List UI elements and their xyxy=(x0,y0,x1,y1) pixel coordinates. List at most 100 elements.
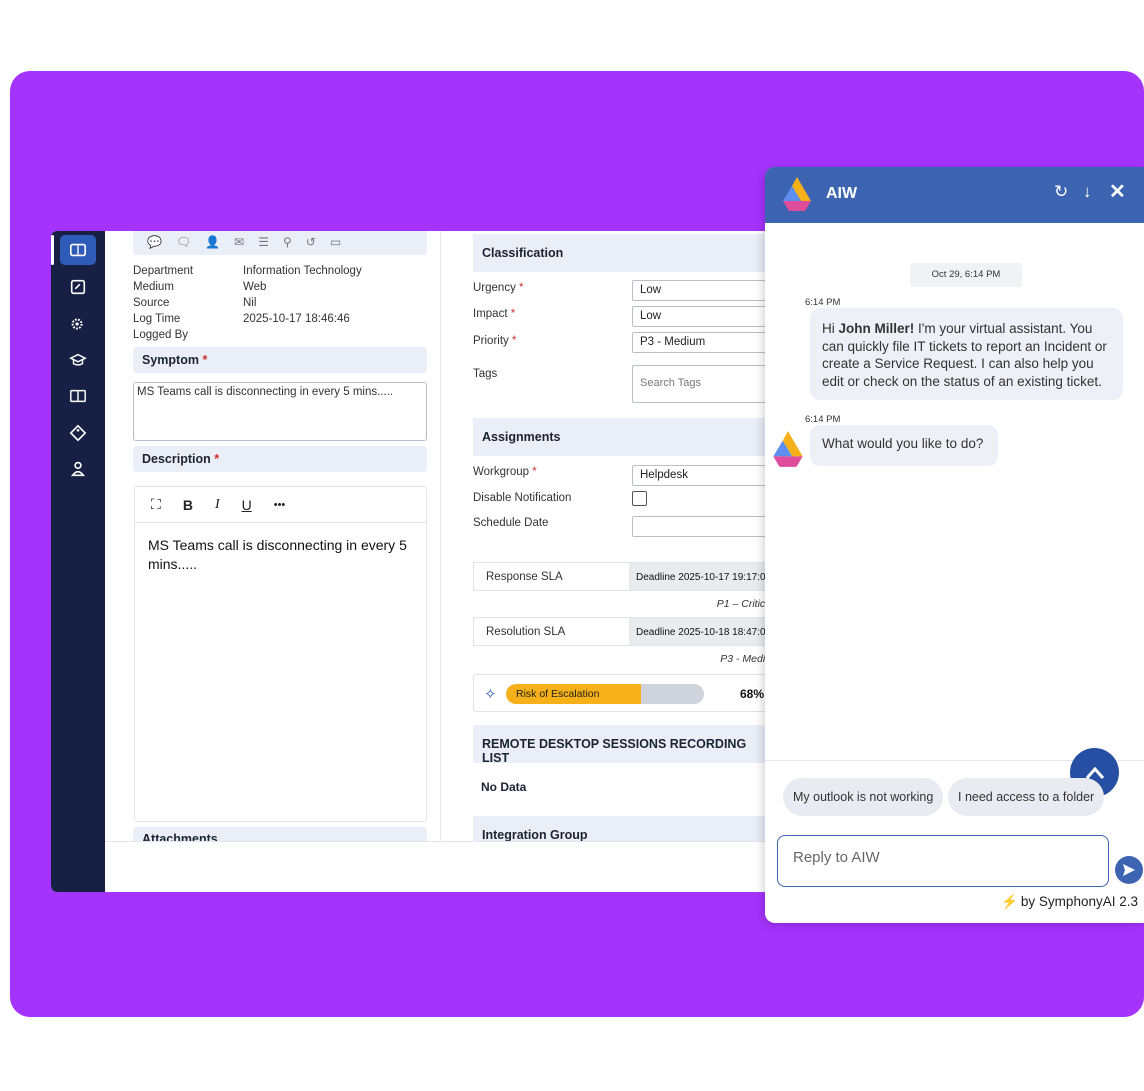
contact-card-icon[interactable]: 👤 xyxy=(205,235,220,249)
sidebar-item-automation[interactable] xyxy=(60,309,96,339)
underline-button[interactable]: U xyxy=(242,497,252,513)
tags-label: Tags xyxy=(473,368,498,380)
list-icon[interactable]: ☰ xyxy=(258,235,269,249)
disable-notification-checkbox[interactable] xyxy=(632,491,647,506)
more-options-button[interactable]: ••• xyxy=(274,499,286,511)
sidebar-item-tickets[interactable] xyxy=(60,235,96,265)
expand-icon[interactable]: ⛶ xyxy=(151,496,161,513)
graduation-cap-icon xyxy=(69,353,87,366)
editor-toolbar: ⛶ B I U ••• xyxy=(135,487,426,523)
meta-key: Medium xyxy=(133,281,174,293)
description-header: Description * xyxy=(133,446,427,472)
refresh-icon[interactable]: ↻ xyxy=(1054,182,1068,202)
workgroup-select[interactable]: Helpdesk xyxy=(632,465,771,486)
risk-label: Risk of Escalation xyxy=(516,688,600,700)
description-text[interactable]: MS Teams call is disconnecting in every … xyxy=(135,523,426,587)
description-label: Description xyxy=(142,452,211,466)
symptom-header: Symptom * xyxy=(133,347,427,373)
response-sla-priority: P1 – Critica xyxy=(716,598,771,610)
sidebar-item-catalog[interactable] xyxy=(60,381,96,411)
gear-icon xyxy=(71,318,83,330)
bold-button[interactable]: B xyxy=(183,497,193,513)
bolt-icon: ⚡ xyxy=(1001,894,1018,909)
meta-row: Medium Web xyxy=(133,281,433,297)
priority-label-text: Priority xyxy=(473,335,509,347)
symptom-textarea[interactable]: MS Teams call is disconnecting in every … xyxy=(133,382,427,441)
response-sla-label: Response SLA xyxy=(486,571,563,583)
greeting-text: Hi xyxy=(822,321,839,336)
italic-button[interactable]: I xyxy=(215,497,220,513)
assistant-question-bubble: What would you like to do? xyxy=(810,425,998,466)
ticket-toolbar: 💬 🗨 👤 ✉ ☰ ⚲ ↺ ▭ xyxy=(133,231,427,255)
sidebar-rail xyxy=(51,231,105,892)
priority-label: Priority * xyxy=(473,335,516,347)
active-indicator xyxy=(51,235,54,265)
workgroup-label: Workgroup * xyxy=(473,466,537,478)
impact-label: Impact * xyxy=(473,308,515,320)
send-button[interactable] xyxy=(1115,856,1143,884)
remote-sessions-header: REMOTE DESKTOP SESSIONS RECORDING LIST xyxy=(473,725,771,765)
risk-of-escalation: ✧ Risk of Escalation 68% xyxy=(473,674,771,712)
no-data-text: No Data xyxy=(481,780,527,794)
window-footer xyxy=(105,841,771,892)
ticket-window: 💬 🗨 👤 ✉ ☰ ⚲ ↺ ▭ Department Information Te… xyxy=(51,231,771,892)
meta-row: Logged By xyxy=(133,329,433,345)
mail-icon[interactable]: ✉ xyxy=(234,235,244,249)
urgency-select[interactable]: Low xyxy=(632,280,771,301)
close-icon[interactable]: ✕ xyxy=(1109,179,1126,204)
chat-header: AIW ↻ ↓ ✕ xyxy=(765,167,1144,223)
message-timestamp: 6:14 PM xyxy=(805,297,841,308)
required-mark: * xyxy=(532,466,537,478)
impact-select[interactable]: Low xyxy=(632,306,771,327)
ticket-meta: Department Information Technology Medium W… xyxy=(133,265,433,345)
brand-footer: ⚡ by SymphonyAI 2.3 xyxy=(1001,894,1138,910)
monitor-icon[interactable]: ▭ xyxy=(330,235,341,249)
user-name: John Miller! xyxy=(838,321,915,336)
aiw-logo-icon xyxy=(783,177,811,211)
description-editor[interactable]: ⛶ B I U ••• MS Teams call is disconnecti… xyxy=(134,486,427,822)
comment-icon[interactable]: 🗨 xyxy=(176,235,191,249)
required-mark: * xyxy=(202,353,208,367)
risk-percent: 68% xyxy=(740,687,765,701)
reply-input[interactable]: Reply to AIW xyxy=(777,835,1109,887)
symptom-label: Symptom xyxy=(142,353,199,367)
meta-value: Nil xyxy=(243,297,257,309)
response-sla-row: Response SLA Deadline 2025-10-17 19:17:0… xyxy=(473,562,771,591)
brand-text: by SymphonyAI 2.3 xyxy=(1020,894,1138,909)
history-icon[interactable]: ↺ xyxy=(306,235,316,249)
download-icon[interactable]: ↓ xyxy=(1083,182,1092,202)
quick-reply-chip[interactable]: My outlook is not working xyxy=(783,778,944,816)
sidebar-item-knowledge[interactable] xyxy=(60,345,96,375)
required-mark: * xyxy=(214,452,220,466)
quick-reply-chip[interactable]: I need access to a folder xyxy=(948,778,1105,816)
urgency-label-text: Urgency xyxy=(473,282,516,294)
disable-notification-label: Disable Notification xyxy=(473,492,572,504)
clipboard-icon xyxy=(70,279,86,295)
resolution-sla-priority: P3 - Mediu xyxy=(720,653,771,665)
schedule-date-input[interactable] xyxy=(632,516,771,537)
required-mark: * xyxy=(519,282,524,294)
tags-search-input[interactable]: Search Tags xyxy=(632,365,771,403)
resolution-sla-label: Resolution SLA xyxy=(486,626,566,638)
required-mark: * xyxy=(510,308,516,320)
aiw-chat-panel: AIW ↻ ↓ ✕ Oct 29, 6:14 PM 6:14 PM Hi Joh… xyxy=(765,167,1144,923)
assignments-header: Assignments xyxy=(473,418,771,456)
send-icon xyxy=(1123,864,1135,876)
assign-user-icon[interactable]: ⚲ xyxy=(283,235,292,249)
meta-key: Department xyxy=(133,265,194,277)
sidebar-item-profile[interactable] xyxy=(60,454,96,484)
sidebar-item-assets[interactable] xyxy=(60,418,96,448)
meta-row: Department Information Technology xyxy=(133,265,433,281)
response-sla-deadline: Deadline 2025-10-17 19:17:00 xyxy=(629,563,771,590)
meta-value: Information Technology xyxy=(243,265,362,277)
priority-select[interactable]: P3 - Medium xyxy=(632,332,771,353)
chat-bubbles-icon[interactable]: 💬 xyxy=(147,235,162,249)
sidebar-item-tasks[interactable] xyxy=(60,272,96,302)
message-timestamp: 6:14 PM xyxy=(805,414,841,425)
book-icon xyxy=(70,389,86,403)
meta-row: Log Time 2025-10-17 18:46:46 xyxy=(133,313,433,329)
resolution-sla-deadline: Deadline 2025-10-18 18:47:00 xyxy=(629,618,771,645)
user-icon xyxy=(70,461,86,477)
meta-value: 2025-10-17 18:46:46 xyxy=(243,313,350,325)
assistant-greeting-bubble: Hi John Miller! I'm your virtual assista… xyxy=(810,308,1123,400)
